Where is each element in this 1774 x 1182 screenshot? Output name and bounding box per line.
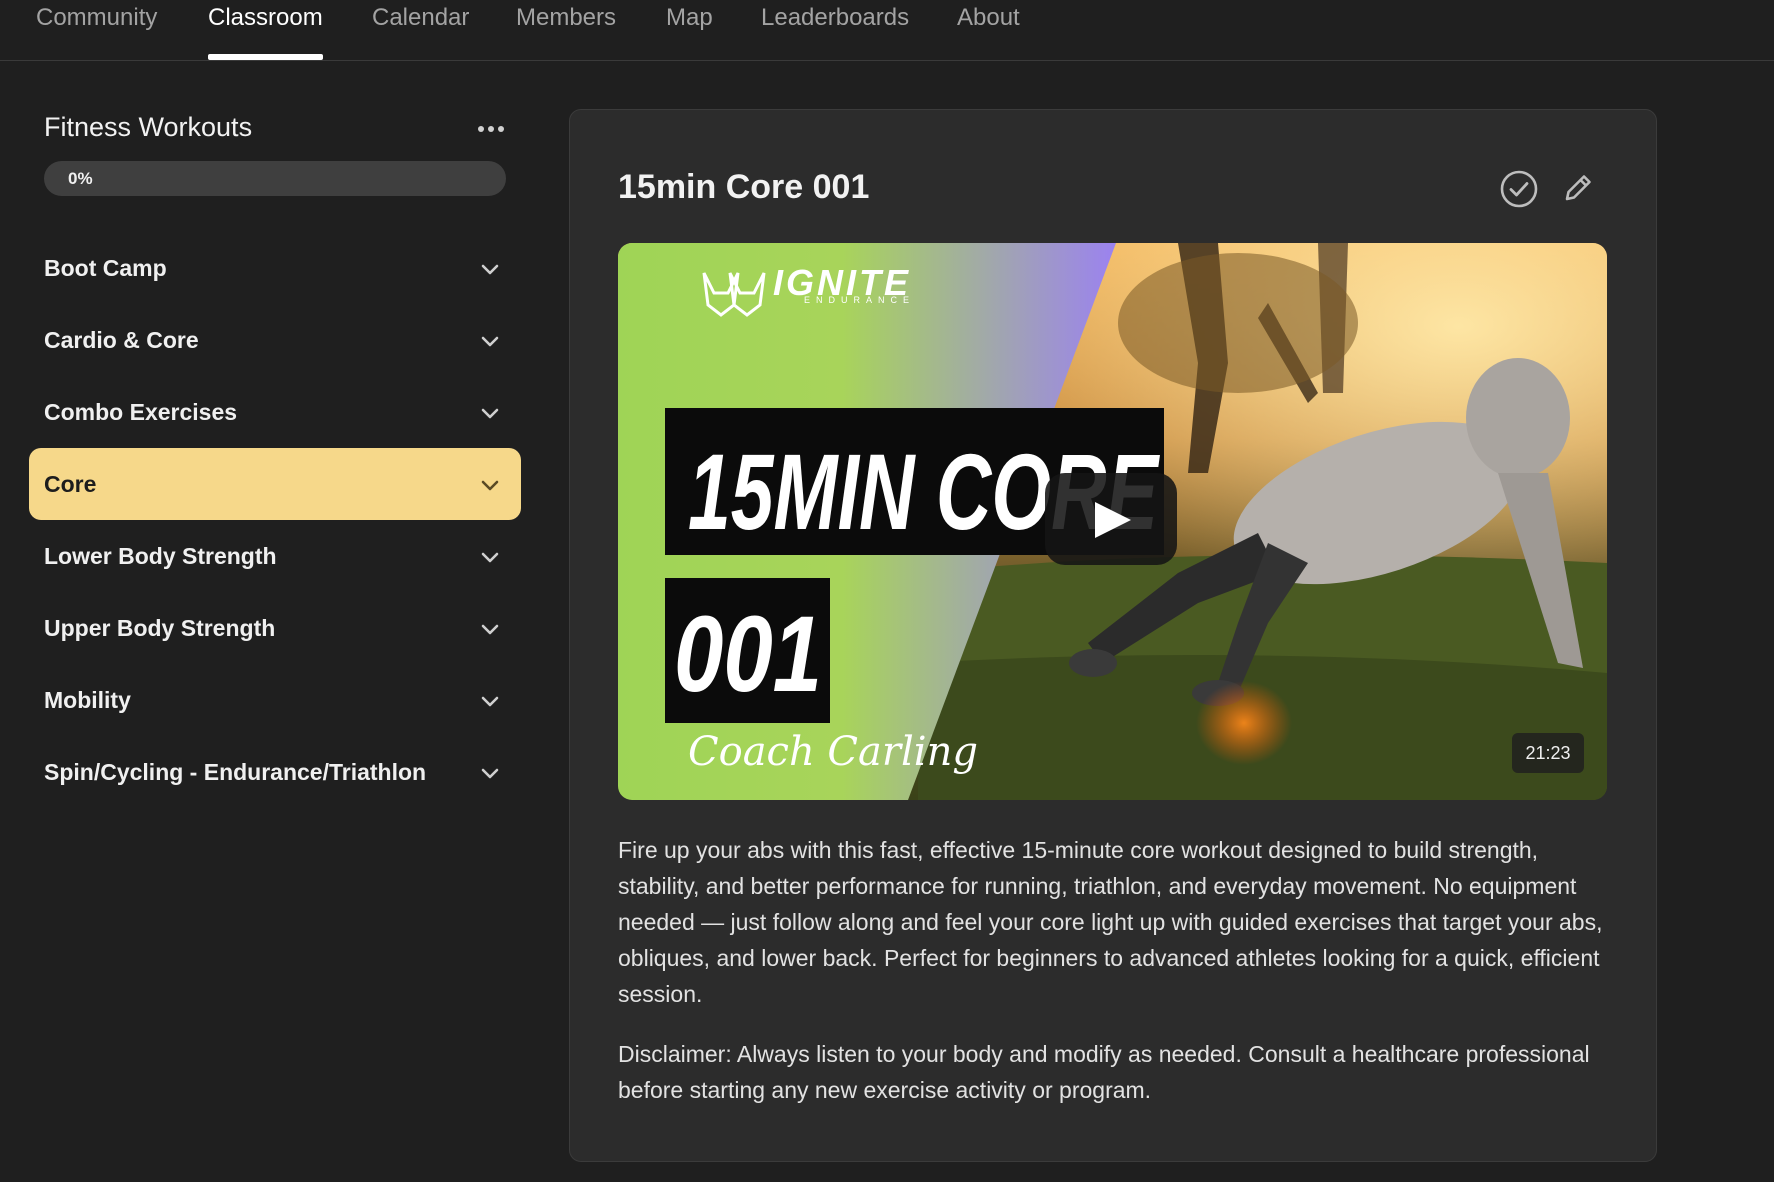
lesson-title: 15min Core 001	[618, 168, 870, 206]
coach-signature: Coach Carling	[688, 729, 978, 775]
play-icon	[1095, 502, 1131, 538]
module-label: Spin/Cycling - Endurance/Triathlon	[44, 759, 427, 785]
top-navigation: Community Classroom Calendar Members Map…	[0, 0, 1774, 61]
pencil-icon[interactable]	[1559, 169, 1597, 207]
tab-leaderboards[interactable]: Leaderboards	[761, 0, 909, 60]
module-label: Core	[44, 471, 97, 497]
tab-calendar[interactable]: Calendar	[372, 0, 469, 60]
course-progress-bar: 0%	[44, 161, 506, 196]
brand-subtitle: ENDURANCE	[804, 295, 915, 305]
progress-label: 0%	[68, 169, 93, 188]
lesson-disclaimer: Disclaimer: Always listen to your body a…	[618, 1041, 1590, 1103]
module-mobility[interactable]: Mobility	[29, 664, 521, 736]
more-horizontal-icon[interactable]	[474, 116, 508, 142]
course-title: Fitness Workouts	[44, 112, 253, 142]
module-core[interactable]: Core	[29, 448, 521, 520]
tab-map[interactable]: Map	[666, 0, 713, 60]
module-lower-body-strength[interactable]: Lower Body Strength	[29, 520, 521, 592]
module-cardio-core[interactable]: Cardio & Core	[29, 304, 521, 376]
module-label: Mobility	[44, 687, 131, 713]
module-label: Boot Camp	[44, 255, 167, 281]
tab-members[interactable]: Members	[516, 0, 616, 60]
video-duration: 21:23	[1512, 733, 1584, 773]
chevron-down-icon	[481, 624, 499, 635]
check-circle-icon[interactable]	[1499, 169, 1539, 209]
tab-about[interactable]: About	[957, 0, 1020, 60]
headline-line-2: 001	[674, 593, 822, 714]
chevron-down-icon	[481, 696, 499, 707]
module-label: Cardio & Core	[44, 327, 199, 353]
chevron-down-icon	[481, 336, 499, 347]
tab-community[interactable]: Community	[36, 0, 157, 60]
module-spin-cycling[interactable]: Spin/Cycling - Endurance/Triathlon	[29, 736, 521, 808]
video-player[interactable]: IGNITE ENDURANCE 15MIN CORE 001 Coach Ca…	[618, 243, 1607, 800]
play-button[interactable]	[1045, 473, 1177, 565]
chevron-down-icon	[481, 768, 499, 779]
module-label: Lower Body Strength	[44, 543, 277, 569]
tab-classroom[interactable]: Classroom	[208, 0, 323, 60]
module-upper-body-strength[interactable]: Upper Body Strength	[29, 592, 521, 664]
module-boot-camp[interactable]: Boot Camp	[29, 232, 521, 304]
chevron-down-icon	[481, 552, 499, 563]
chevron-down-icon	[481, 480, 499, 491]
lesson-description: Fire up your abs with this fast, effecti…	[618, 837, 1603, 1007]
module-label: Upper Body Strength	[44, 615, 276, 641]
module-combo-exercises[interactable]: Combo Exercises	[29, 376, 521, 448]
module-label: Combo Exercises	[44, 399, 238, 425]
chevron-down-icon	[481, 264, 499, 275]
chevron-down-icon	[481, 408, 499, 419]
lesson-card: 15min Core 001 IGNITE ENDURANCE 15MIN CO…	[569, 109, 1657, 1162]
